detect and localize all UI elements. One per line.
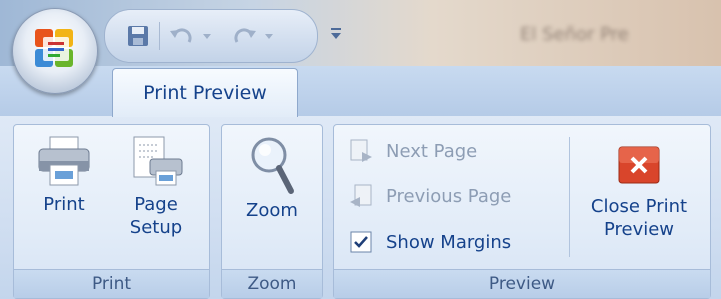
close-red-icon: [618, 146, 660, 184]
qat-divider: [159, 22, 160, 50]
close-print-preview-button[interactable]: Close Print Preview: [574, 145, 704, 241]
magnifier-icon: [251, 137, 294, 194]
page-setup-icon: [133, 136, 183, 186]
preview-group-label: Preview: [334, 269, 710, 298]
previous-page-icon: [346, 181, 376, 211]
tab-print-preview[interactable]: Print Preview: [112, 68, 298, 117]
redo-button[interactable]: [231, 22, 283, 50]
print-group: Print Page Setup Print: [13, 124, 210, 299]
print-button-label: Print: [43, 194, 85, 215]
zoom-button[interactable]: Zoom: [232, 135, 312, 222]
zoom-button-label: Zoom: [246, 200, 298, 221]
undo-button[interactable]: [167, 22, 219, 50]
office-logo-icon: [35, 29, 73, 67]
save-icon: [128, 26, 148, 46]
show-margins-checkbox[interactable]: Show Margins: [346, 226, 511, 258]
print-button[interactable]: Print: [28, 135, 100, 216]
print-group-label: Print: [14, 269, 209, 298]
window-title: El Señor Pre: [520, 24, 629, 45]
next-page-button[interactable]: Next Page: [346, 135, 477, 167]
preview-group: Next Page Previous Page Show Margins Clo…: [333, 124, 711, 299]
close-print-preview-label: Close Print Preview: [590, 196, 688, 240]
customize-qat-icon: [331, 28, 341, 39]
customize-qat-button[interactable]: [326, 22, 346, 44]
zoom-group: Zoom Zoom: [221, 124, 323, 299]
previous-page-button[interactable]: Previous Page: [346, 180, 511, 212]
show-margins-label: Show Margins: [386, 231, 512, 253]
office-button[interactable]: [12, 8, 98, 94]
ribbon-tab-row: [0, 66, 721, 117]
page-setup-button[interactable]: Page Setup: [116, 135, 196, 239]
save-button[interactable]: [123, 22, 153, 50]
checkbox-checked-icon: [346, 227, 376, 257]
undo-icon: [170, 28, 211, 43]
next-page-icon: [346, 136, 376, 166]
redo-icon: [234, 28, 273, 43]
printer-icon: [38, 136, 90, 186]
previous-page-label: Previous Page: [386, 185, 512, 207]
zoom-group-label: Zoom: [222, 269, 322, 298]
preview-divider: [569, 137, 570, 257]
next-page-label: Next Page: [386, 140, 478, 162]
page-setup-button-label: Page Setup: [129, 194, 183, 238]
quick-access-toolbar: [104, 9, 318, 63]
